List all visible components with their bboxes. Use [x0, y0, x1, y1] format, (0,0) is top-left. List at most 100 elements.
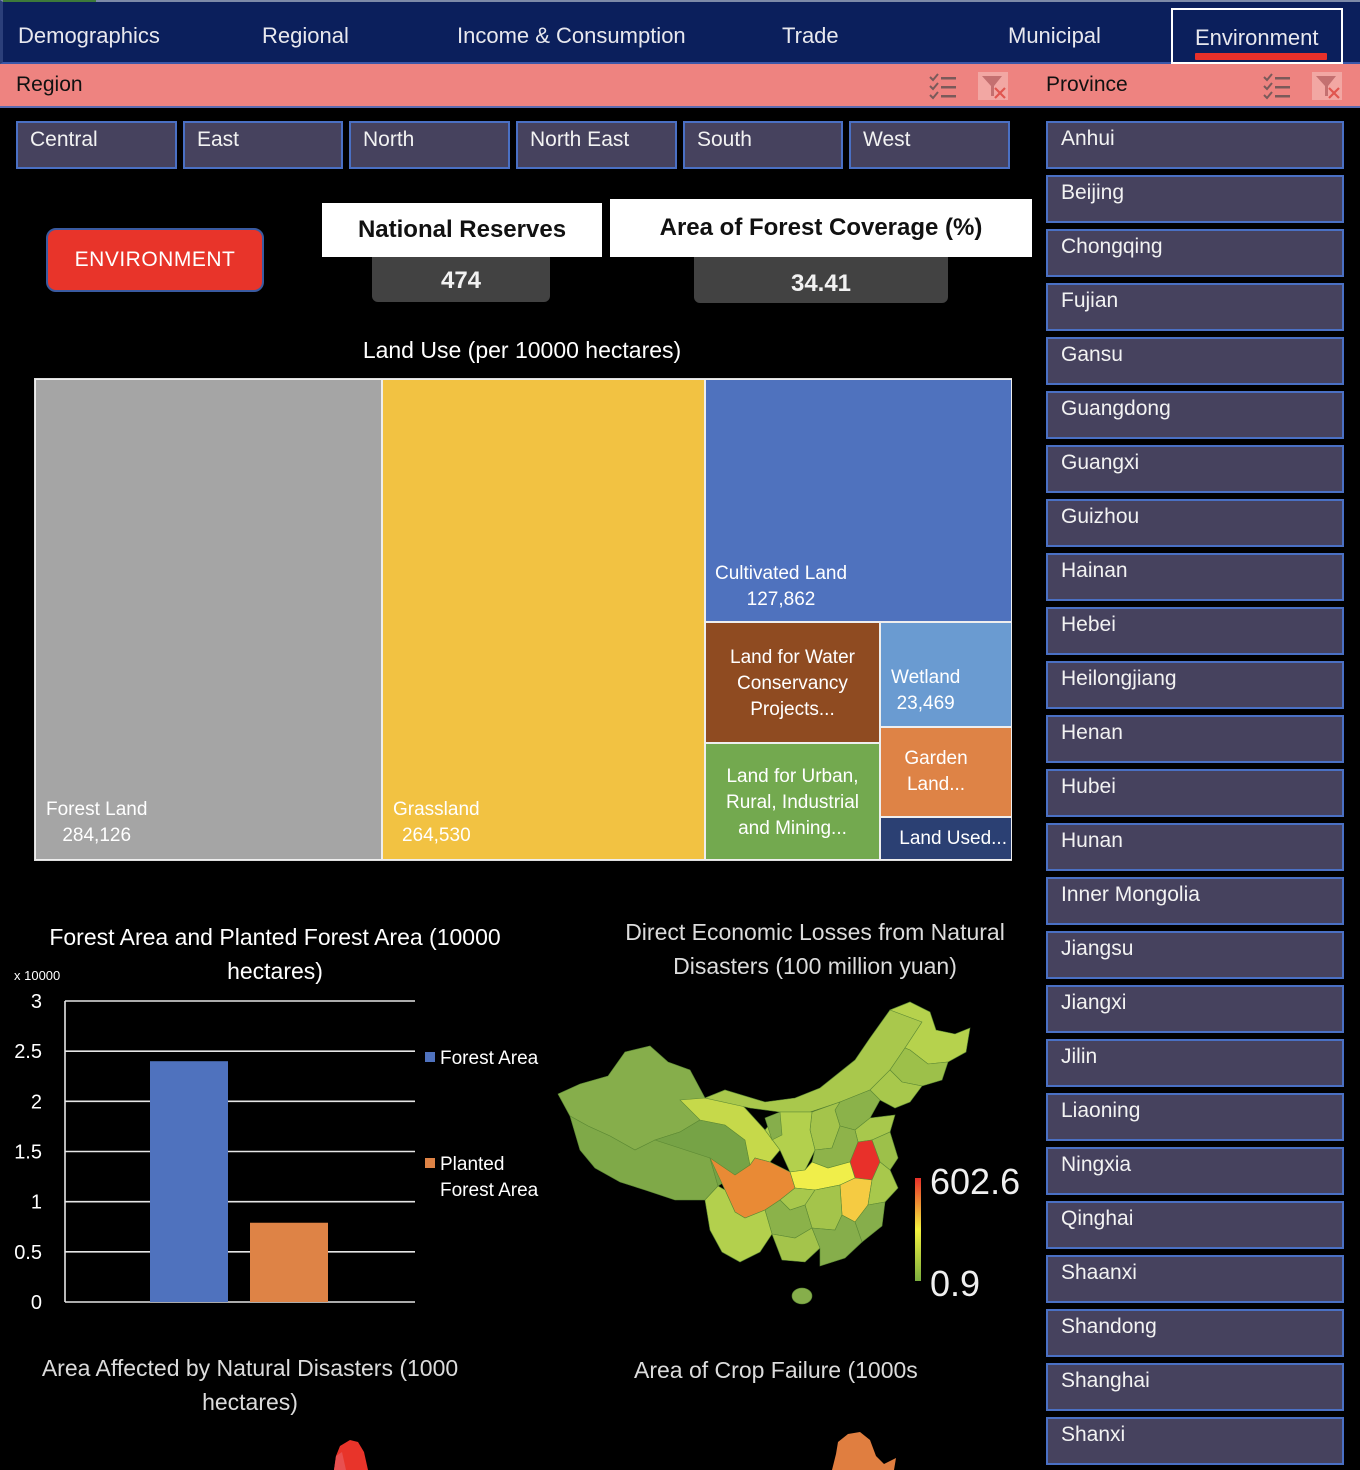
province-item-heilongjiang[interactable]: Heilongjiang [1046, 661, 1344, 709]
tab-trade[interactable]: Trade [782, 2, 839, 64]
legend-swatch [425, 1052, 435, 1062]
region-slicer-title: Region [16, 73, 83, 96]
bar-planted-forest-area[interactable] [250, 1222, 328, 1302]
province-item-fujian[interactable]: Fujian [1046, 283, 1344, 331]
province-item-inner-mongolia[interactable]: Inner Mongolia [1046, 877, 1344, 925]
y-tick-label: 1.5 [14, 1142, 42, 1164]
province-item-shaanxi[interactable]: Shaanxi [1046, 1255, 1344, 1303]
province-item-jilin[interactable]: Jilin [1046, 1039, 1344, 1087]
province-item-hunan[interactable]: Hunan [1046, 823, 1344, 871]
treemap-label: Wetland 23,469 [891, 665, 960, 717]
treemap-cell-wetland[interactable]: Wetland 23,469 [880, 622, 1012, 727]
province-item-guangxi[interactable]: Guangxi [1046, 445, 1344, 493]
region-item-east[interactable]: East [183, 121, 343, 169]
multi-select-icon[interactable] [928, 72, 958, 100]
region-item-central[interactable]: Central [16, 121, 177, 169]
active-tab-underline [1195, 53, 1327, 60]
map-region-hainan[interactable] [791, 1287, 813, 1305]
province-item-liaoning[interactable]: Liaoning [1046, 1093, 1344, 1141]
province-item-ningxia[interactable]: Ningxia [1046, 1147, 1344, 1195]
treemap-cell-water-conservancy[interactable]: Land for Water Conservancy Projects... [705, 622, 880, 743]
tab-environment-label: Environment [1195, 25, 1319, 50]
economic-losses-map-title: Direct Economic Losses from Natural Disa… [625, 919, 1005, 979]
axis-multiplier-label: x 10000 [14, 985, 60, 986]
treemap-cell-forest-land[interactable]: Forest Land 284,126 [35, 379, 382, 860]
treemap-cell-value: 264,530 [401, 825, 471, 846]
treemap-label: Cultivated Land 127,862 [715, 561, 847, 613]
clear-filter-icon[interactable] [1312, 72, 1342, 100]
multi-select-icon[interactable] [1262, 72, 1292, 100]
province-slicer-title: Province [1046, 73, 1128, 96]
y-tick-label: 3 [31, 991, 42, 1013]
top-nav: Demographics Regional Income & Consumpti… [0, 0, 1360, 64]
treemap-label: Grassland 264,530 [393, 797, 480, 849]
province-item-hebei[interactable]: Hebei [1046, 607, 1344, 655]
economic-losses-map: 602.6 0.9 [557, 1001, 1020, 1305]
province-item-qinghai[interactable]: Qinghai [1046, 1201, 1344, 1249]
bar-forest-area[interactable] [150, 1061, 228, 1302]
kpi-national-reserves-value: 474 [372, 257, 550, 302]
province-item-hainan[interactable]: Hainan [1046, 553, 1344, 601]
province-item-jiangsu[interactable]: Jiangsu [1046, 931, 1344, 979]
forest-area-bar-chart: x 10000 0 0.5 1 1.5 2 2.5 3 Forest Area Planted… [14, 985, 539, 1314]
province-item-guangdong[interactable]: Guangdong [1046, 391, 1344, 439]
treemap-cell-label: Grassland [393, 799, 480, 820]
legend-swatch [425, 1158, 435, 1168]
tab-demographics[interactable]: Demographics [18, 2, 160, 64]
bar-chart-title: Forest Area and Planted Forest Area (100… [49, 924, 501, 984]
treemap-cell-value: 284,126 [62, 825, 132, 846]
province-item-shanxi[interactable]: Shanxi [1046, 1417, 1344, 1465]
province-item-shanghai[interactable]: Shanghai [1046, 1363, 1344, 1411]
color-scale-min: 0.9 [930, 1263, 980, 1304]
treemap-label: Land Used... [899, 828, 1007, 849]
kpi-forest-coverage-value: 34.41 [694, 257, 948, 303]
province-item-beijing[interactable]: Beijing [1046, 175, 1344, 223]
treemap-cell-grassland[interactable]: Grassland 264,530 [382, 379, 705, 860]
legend-label: Planted [440, 1154, 504, 1175]
clear-filter-icon[interactable] [978, 72, 1008, 100]
china-map [557, 1001, 971, 1305]
province-item-guizhou[interactable]: Guizhou [1046, 499, 1344, 547]
region-item-north-east[interactable]: North East [516, 121, 677, 169]
treemap-cell-land-used[interactable]: Land Used... [880, 817, 1012, 860]
treemap-cell-label: Wetland [891, 667, 961, 688]
tab-environment[interactable]: Environment [1171, 8, 1343, 64]
region-item-south[interactable]: South [683, 121, 843, 169]
province-item-hubei[interactable]: Hubei [1046, 769, 1344, 817]
color-scale-max: 602.6 [930, 1161, 1020, 1202]
legend-label: Forest Area [440, 1180, 539, 1201]
color-scale-bar [915, 1178, 921, 1281]
y-tick-label: 0 [31, 1292, 42, 1314]
treemap-title: Land Use (per 10000 hectares) [362, 337, 682, 363]
treemap-cell-urban-rural-industrial[interactable]: Land for Urban, Rural, Industrial and Mi… [705, 743, 880, 860]
province-item-henan[interactable]: Henan [1046, 715, 1344, 763]
treemap-label: Land for Urban, Rural, Industrial and Mi… [725, 766, 860, 839]
treemap-label: Garden Land... [904, 748, 968, 795]
crop-failure-map [832, 1432, 896, 1470]
treemap-label: Land for Water Conservancy Projects... [730, 647, 855, 720]
kpi-national-reserves-title: National Reserves [322, 203, 602, 257]
treemap-cell-garden-land[interactable]: Garden Land... [880, 727, 1012, 817]
province-item-shandong[interactable]: Shandong [1046, 1309, 1344, 1357]
treemap-cell-value: 23,469 [896, 693, 955, 714]
treemap-cell-label: Forest Land [46, 799, 148, 820]
map-region-heilongjiang[interactable] [832, 1432, 896, 1470]
treemap-cell-label: Cultivated Land [715, 563, 848, 584]
tab-regional[interactable]: Regional [262, 2, 349, 64]
province-item-gansu[interactable]: Gansu [1046, 337, 1344, 385]
y-tick-label: 0.5 [14, 1242, 42, 1264]
environment-page-button[interactable]: ENVIRONMENT [46, 228, 264, 292]
region-item-west[interactable]: West [849, 121, 1010, 169]
tab-municipal[interactable]: Municipal [1008, 2, 1101, 64]
region-item-north[interactable]: North [349, 121, 510, 169]
y-tick-label: 1 [31, 1192, 42, 1214]
tab-income-consumption[interactable]: Income & Consumption [457, 2, 686, 64]
province-item-chongqing[interactable]: Chongqing [1046, 229, 1344, 277]
crop-failure-map-title: Area of Crop Failure (1000s [634, 1357, 918, 1383]
province-item-anhui[interactable]: Anhui [1046, 121, 1344, 169]
kpi-forest-coverage-title: Area of Forest Coverage (%) [610, 199, 1032, 257]
treemap-cell-cultivated-land[interactable]: Cultivated Land 127,862 [705, 379, 1012, 622]
y-tick-label: 2 [31, 1091, 42, 1113]
legend-label: Forest Area [440, 1048, 539, 1069]
province-item-jiangxi[interactable]: Jiangxi [1046, 985, 1344, 1033]
